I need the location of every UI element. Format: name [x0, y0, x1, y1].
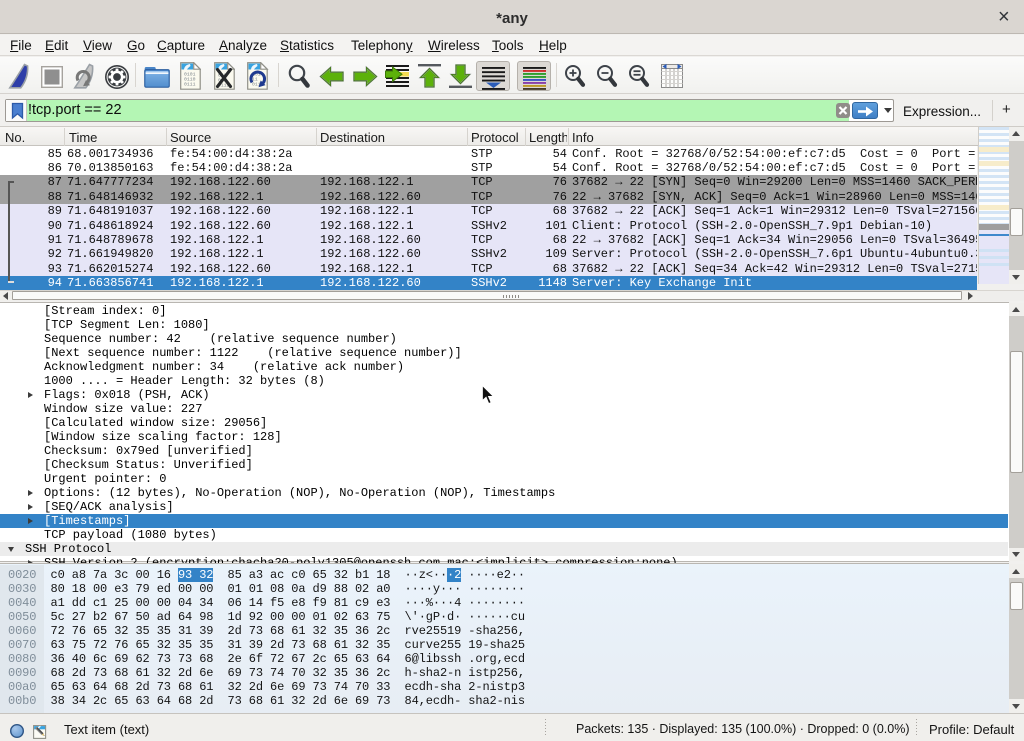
svg-text:0111: 0111 [184, 82, 196, 88]
